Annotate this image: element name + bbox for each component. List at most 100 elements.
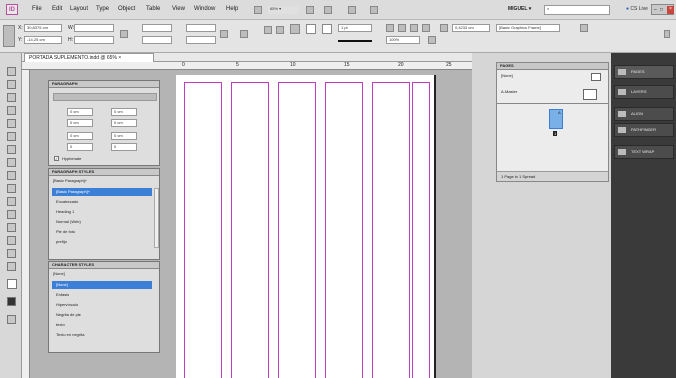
a-master-thumb[interactable] [583,89,597,100]
close-tab-icon[interactable]: × [118,55,121,61]
width-field[interactable] [74,24,114,32]
style-item[interactable]: Encabezado [52,198,78,206]
gradient-tool-icon[interactable] [7,210,16,219]
a-master[interactable]: A-Master [497,88,517,96]
none-master[interactable]: [None] [497,72,513,80]
no-fill-icon[interactable] [322,24,332,34]
shear-field[interactable] [186,36,216,44]
formatting-icon[interactable] [7,297,16,306]
type-tool-icon[interactable] [7,106,16,115]
document-page[interactable] [176,75,436,378]
drop-shadow-icon[interactable] [422,24,430,32]
last-line-indent-field[interactable]: 0 cm [111,119,137,127]
page-thumbnail[interactable]: A [549,109,563,129]
screen-mode-tool-icon[interactable] [7,315,16,324]
space-after-field[interactable]: 0 cm [111,132,137,140]
right-indent-field[interactable]: 0 cm [111,108,137,116]
hand-tool-icon[interactable] [7,249,16,258]
stroke-weight-field[interactable]: 1 pt [338,24,372,32]
style-item[interactable]: Negrita de pie [52,311,81,319]
dock-pages[interactable]: PAGES [614,65,674,79]
style-item[interactable]: prefijo [52,238,67,246]
character-styles-header[interactable]: CHARACTER STYLES [49,262,159,269]
menu-table[interactable]: Table [146,6,160,12]
dock-layers[interactable]: LAYERS [614,85,674,99]
style-item[interactable]: [Basic Paragraph]+ [52,188,152,196]
menu-layout[interactable]: Layout [70,6,88,12]
arrange-documents-icon[interactable] [348,6,356,14]
y-field[interactable]: -14,25 cm [24,36,62,44]
scale-x-field[interactable] [142,24,172,32]
style-item[interactable]: Heading 1 [52,208,74,216]
zoom-select[interactable]: 65% ▾ [268,6,298,14]
height-field[interactable] [74,36,114,44]
view-options-icon[interactable] [306,6,314,14]
first-line-indent-field[interactable]: 0 cm [67,119,93,127]
none-master-thumb[interactable] [591,73,601,81]
bridge-icon[interactable] [254,6,262,14]
direct-selection-tool-icon[interactable] [7,80,16,89]
hyphenate-checkbox[interactable]: ✓ [54,156,59,161]
drop-cap-lines-field[interactable]: 0 [67,143,93,151]
rectangle-tool-icon[interactable] [7,171,16,180]
stroke-width-field[interactable]: 0,4233 cm [452,24,490,32]
dock-pathfinder[interactable]: PATHFINDER [614,123,674,137]
pencil-tool-icon[interactable] [7,145,16,154]
dock-align[interactable]: ALIGN [614,107,674,121]
style-item[interactable]: Pie de foto [52,228,75,236]
alignment-buttons[interactable] [53,93,157,101]
flip-icon[interactable] [240,30,248,38]
rectangle-frame-tool-icon[interactable] [7,158,16,167]
fx-icon[interactable] [428,36,436,44]
drop-cap-chars-field[interactable]: 0 [111,143,137,151]
document-tab[interactable]: PORTADA SUPLEMENTO.indd @ 65% × [24,53,154,62]
page-tool-icon[interactable] [7,93,16,102]
left-indent-field[interactable]: 0 cm [67,108,93,116]
selection-tool-icon[interactable] [7,67,16,76]
note-tool-icon[interactable] [7,223,16,232]
zoom-tool-icon[interactable] [7,262,16,271]
menu-object[interactable]: Object [118,6,135,12]
style-item[interactable]: Enfasis [52,291,69,299]
fitting-icon[interactable] [398,24,406,32]
align-icon[interactable] [440,24,448,32]
paragraph-panel-header[interactable]: PARAGRAPH [49,81,159,88]
search-input[interactable]: ⌕ [544,5,610,15]
style-item[interactable]: [None] [52,281,152,289]
maximize-icon[interactable]: □ [660,7,663,13]
pen-tool-icon[interactable] [7,132,16,141]
eyedropper-tool-icon[interactable] [7,236,16,245]
paragraph-styles-header[interactable]: PARAGRAPH STYLES [49,169,159,176]
scrollbar[interactable] [154,188,159,248]
rotate-icon[interactable] [220,30,228,38]
free-transform-tool-icon[interactable] [7,197,16,206]
text-wrap-icon[interactable] [386,24,394,32]
style-item[interactable]: texto [52,321,65,329]
panel-menu-icon[interactable] [580,24,588,32]
menu-help[interactable]: Help [226,6,238,12]
select-content-icon[interactable] [276,26,284,34]
dock-text-wrap[interactable]: TEXT WRAP [614,145,674,159]
stroke-type-line[interactable] [338,40,372,42]
workspace-switcher[interactable]: MIGUEL ▾ [508,6,531,12]
menu-file[interactable]: File [32,6,42,12]
x-field[interactable]: 30,8375 cm [24,24,62,32]
style-item[interactable]: Hipervínculo [52,301,78,309]
screen-mode-icon[interactable] [324,6,332,14]
opacity-field[interactable]: 100% [386,36,420,44]
rotate-field[interactable] [186,24,216,32]
fill-stroke-icon[interactable] [7,279,17,289]
menu-view[interactable]: View [172,6,185,12]
object-style-select[interactable]: [Basic Graphics Frame] [496,24,560,32]
reference-point-icon[interactable] [3,25,15,47]
space-before-field[interactable]: 0 cm [67,132,93,140]
cs-live-button[interactable]: ● CS Live [626,6,648,12]
select-container-icon[interactable] [264,26,272,34]
scale-y-field[interactable] [142,36,172,44]
style-item[interactable]: Normal (Web) [52,218,81,226]
menu-window[interactable]: Window [194,6,215,12]
stroke-swatch-icon[interactable] [306,24,316,34]
minimize-icon[interactable]: – [654,7,657,13]
style-item[interactable]: Texto en negrita [52,331,84,339]
close-icon[interactable]: × [667,6,674,14]
